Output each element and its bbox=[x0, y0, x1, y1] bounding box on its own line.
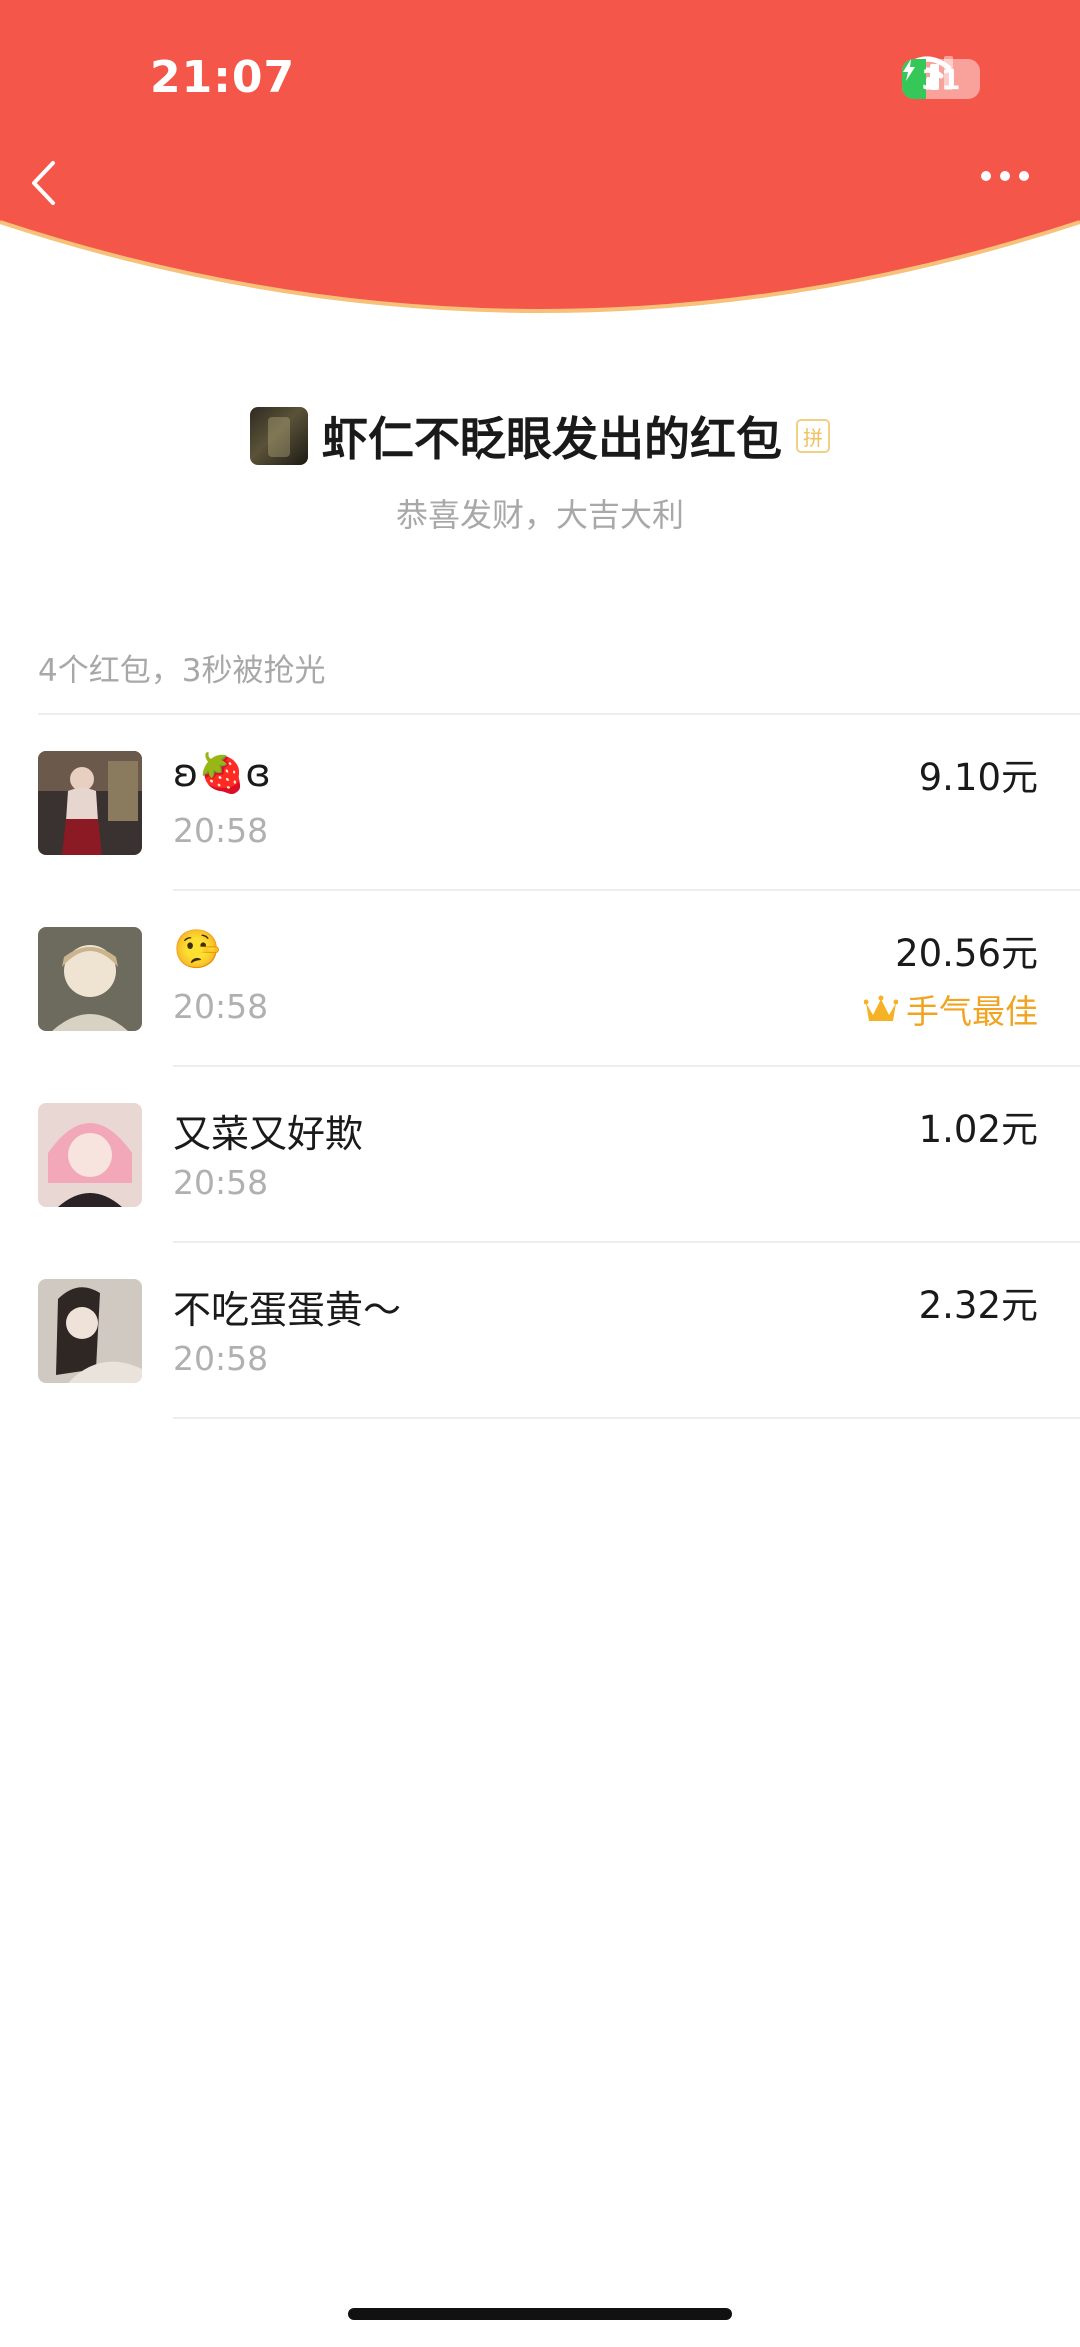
claim-list: ʚ🍓ɞ 20:58 9.10元 🤥 20:58 20.56元 手气最佳 又菜又好… bbox=[0, 715, 1080, 1419]
avatar-image bbox=[38, 1103, 142, 1207]
avatar-image bbox=[38, 1279, 142, 1383]
bolt-icon bbox=[903, 59, 915, 81]
back-button[interactable] bbox=[30, 160, 80, 220]
claimer-name: ʚ🍓ɞ bbox=[173, 751, 271, 795]
claim-amount: 9.10元 bbox=[918, 756, 1038, 799]
list-item[interactable]: 🤥 20:58 20.56元 手气最佳 bbox=[0, 891, 1080, 1067]
list-item[interactable]: 不吃蛋蛋黄～ 20:58 2.32元 bbox=[0, 1243, 1080, 1419]
sender-row: 虾仁不眨眼发出的红包 拼 bbox=[0, 405, 1080, 467]
avatar[interactable] bbox=[38, 1279, 142, 1383]
envelope-summary: 4个红包，3秒被抢光 bbox=[38, 653, 326, 689]
crown-icon bbox=[864, 995, 898, 1021]
sender-avatar[interactable] bbox=[250, 407, 308, 465]
pin-badge: 拼 bbox=[796, 419, 830, 453]
claim-time: 20:58 bbox=[173, 1339, 269, 1378]
red-envelope-header: 21:07 31 bbox=[0, 0, 1080, 330]
claim-time: 20:58 bbox=[173, 811, 269, 850]
claimer-name-text: 🤥 bbox=[173, 927, 221, 971]
claim-time: 20:58 bbox=[173, 987, 269, 1026]
home-indicator[interactable] bbox=[348, 2308, 732, 2320]
claim-time: 20:58 bbox=[173, 1163, 269, 1202]
more-button[interactable] bbox=[980, 170, 1050, 210]
divider bbox=[173, 1417, 1080, 1419]
list-item[interactable]: ʚ🍓ɞ 20:58 9.10元 bbox=[0, 715, 1080, 891]
best-luck-badge: 手气最佳 bbox=[864, 985, 1038, 1033]
avatar-image bbox=[38, 751, 142, 855]
status-icons: 31 bbox=[902, 56, 980, 102]
claimer-name: 不吃蛋蛋黄～ bbox=[173, 1288, 402, 1332]
battery-level: 31 bbox=[902, 59, 980, 99]
avatar[interactable] bbox=[38, 927, 142, 1031]
best-luck-label: 手气最佳 bbox=[906, 992, 1038, 1031]
claimer-name: 又菜又好欺 bbox=[173, 1112, 364, 1156]
claim-amount: 20.56元 bbox=[895, 932, 1038, 975]
greeting-text: 恭喜发财，大吉大利 bbox=[395, 496, 684, 534]
claim-amount: 2.32元 bbox=[918, 1284, 1038, 1327]
status-time: 21:07 bbox=[150, 52, 296, 103]
sender-title: 虾仁不眨眼发出的红包 bbox=[322, 412, 782, 466]
battery-text: 31 bbox=[921, 62, 961, 96]
list-item[interactable]: 又菜又好欺 20:58 1.02元 bbox=[0, 1067, 1080, 1243]
more-icon bbox=[981, 171, 1029, 181]
avatar-image bbox=[38, 927, 142, 1031]
claim-amount: 1.02元 bbox=[918, 1108, 1038, 1151]
avatar[interactable] bbox=[38, 751, 142, 855]
avatar[interactable] bbox=[38, 1103, 142, 1207]
claimer-name: 🤥 bbox=[173, 927, 220, 972]
header-curve bbox=[0, 0, 1080, 313]
battery-charging-icon: 31 bbox=[902, 59, 980, 99]
chevron-left-icon bbox=[32, 161, 55, 205]
